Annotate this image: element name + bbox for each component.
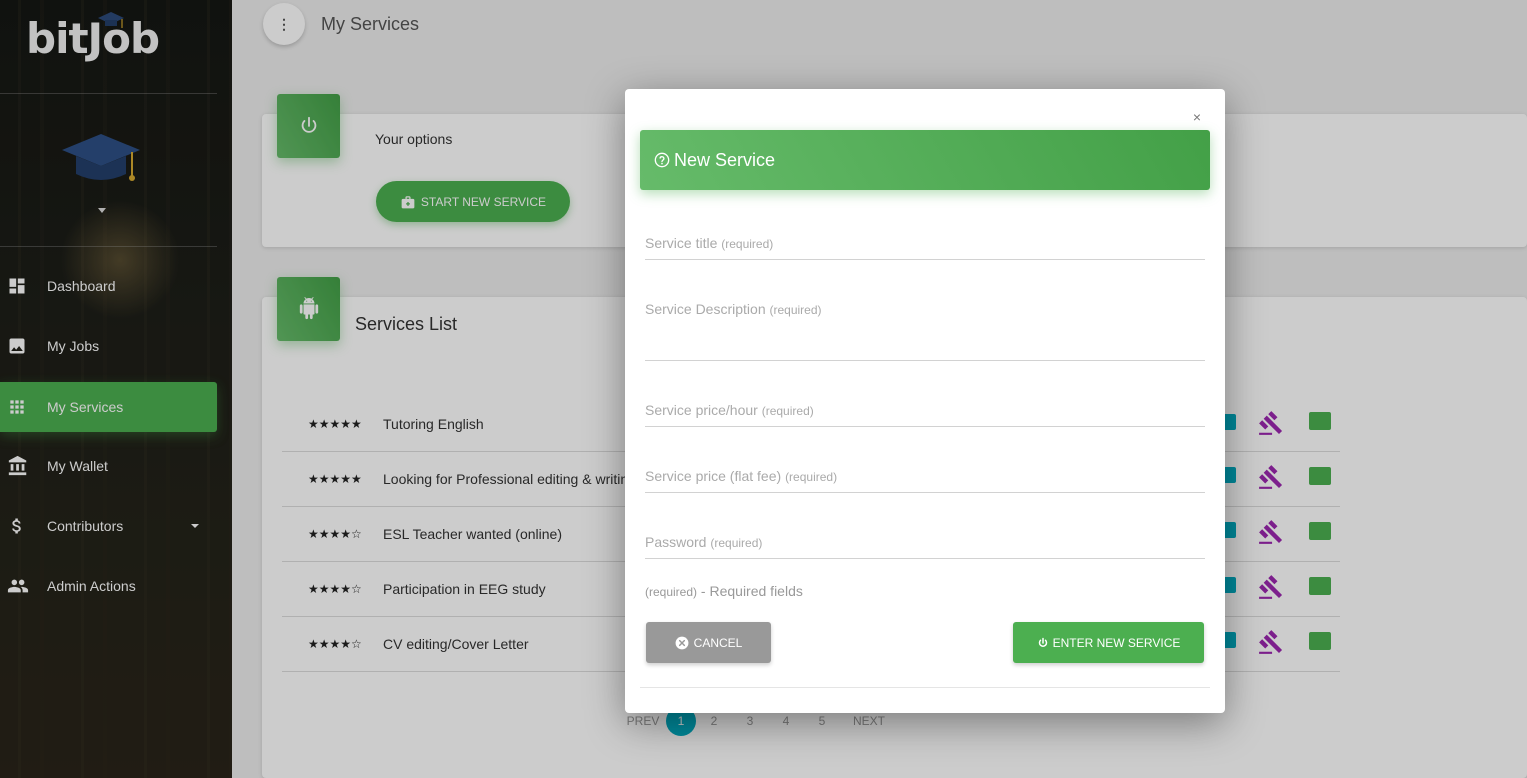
power-icon [1038, 637, 1047, 647]
cancel-button[interactable]: CANCEL [646, 622, 771, 663]
modal-footer-divider [640, 687, 1210, 688]
new-service-modal: × New Service Service title (required) S… [625, 89, 1225, 713]
enter-new-service-label: ENTER NEW SERVICE [1052, 635, 1181, 650]
modal-header: New Service [640, 130, 1210, 190]
field-label: Service title (required) [645, 235, 774, 251]
close-icon[interactable]: × [1193, 109, 1201, 125]
field-label: Service price/hour (required) [645, 402, 814, 418]
password-field[interactable]: Password (required) [645, 528, 1205, 559]
cancel-circle-icon [675, 636, 689, 649]
service-title-field[interactable]: Service title (required) [645, 229, 1205, 260]
cancel-label: CANCEL [693, 635, 743, 650]
enter-new-service-button[interactable]: ENTER NEW SERVICE [1013, 622, 1204, 663]
field-label: Service price (flat fee) (required) [645, 468, 838, 484]
modal-title: New Service [674, 149, 776, 170]
field-label: Service Description (required) [645, 301, 822, 317]
required-fields-note: (required) - Required fields [645, 583, 803, 599]
field-label: Password (required) [645, 534, 763, 550]
service-description-field[interactable]: Service Description (required) [645, 295, 1205, 361]
service-price-hour-field[interactable]: Service price/hour (required) [645, 396, 1205, 427]
help-circle-icon [654, 152, 670, 168]
service-price-flat-field[interactable]: Service price (flat fee) (required) [645, 462, 1205, 493]
